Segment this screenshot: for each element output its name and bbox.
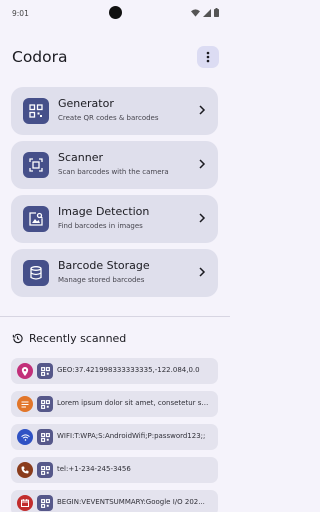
phone-icon <box>17 462 33 478</box>
card-title: Scanner <box>58 151 104 164</box>
card-subtitle: Find barcodes in images <box>58 222 143 230</box>
status-icons <box>191 8 219 17</box>
recent-item-text: Lorem ipsum dolor sit amet, consetetur s… <box>57 399 212 407</box>
recent-item[interactable]: GEO:37.421998333333335,-122.084,0.0 <box>11 358 218 384</box>
app-bar: Codora <box>0 44 230 72</box>
card-subtitle: Scan barcodes with the camera <box>58 168 169 176</box>
recent-item-text: GEO:37.421998333333335,-122.084,0.0 <box>57 366 200 374</box>
recent-item[interactable]: BEGIN:VEVENTSUMMARY:Google I/O 202... <box>11 490 218 512</box>
recent-item[interactable]: tel:+1-234-245-3456 <box>11 457 218 483</box>
status-bar: 9:01 <box>0 0 230 28</box>
recent-item-text: WIFI:T:WPA;S:AndroidWifi;P:password123;; <box>57 432 206 440</box>
generator-card[interactable]: Generator Create QR codes & barcodes <box>11 87 218 135</box>
qr-code-icon <box>37 462 53 478</box>
recent-item[interactable]: Lorem ipsum dolor sit amet, consetetur s… <box>11 391 218 417</box>
card-title: Image Detection <box>58 205 150 218</box>
recent-header: Recently scanned <box>12 330 126 346</box>
wifi-icon <box>17 429 33 445</box>
card-subtitle: Create QR codes & barcodes <box>58 114 159 122</box>
text-icon <box>17 396 33 412</box>
qr-code-icon <box>37 396 53 412</box>
database-icon <box>23 260 49 286</box>
more-vert-icon <box>206 51 210 63</box>
recent-item-text: BEGIN:VEVENTSUMMARY:Google I/O 202... <box>57 498 205 506</box>
section-divider <box>0 316 230 317</box>
card-title: Generator <box>58 97 114 110</box>
status-time: 9:01 <box>12 9 29 18</box>
chevron-right-icon <box>199 159 206 169</box>
location-icon <box>17 363 33 379</box>
barcode-storage-card[interactable]: Barcode Storage Manage stored barcodes <box>11 249 218 297</box>
camera-cutout <box>109 6 122 19</box>
recent-list: GEO:37.421998333333335,-122.084,0.0 Lore… <box>11 358 218 512</box>
image-detection-card[interactable]: Image Detection Find barcodes in images <box>11 195 218 243</box>
scanner-card[interactable]: Scanner Scan barcodes with the camera <box>11 141 218 189</box>
recent-title: Recently scanned <box>29 331 127 345</box>
feature-cards: Generator Create QR codes & barcodes Sca… <box>11 87 218 303</box>
chevron-right-icon <box>199 213 206 223</box>
scan-icon <box>23 152 49 178</box>
recent-item-text: tel:+1-234-245-3456 <box>57 465 131 473</box>
wifi-icon <box>191 8 200 17</box>
qr-code-icon <box>23 98 49 124</box>
card-title: Barcode Storage <box>58 259 150 272</box>
qr-code-icon <box>37 429 53 445</box>
recent-item[interactable]: WIFI:T:WPA;S:AndroidWifi;P:password123;; <box>11 424 218 450</box>
card-subtitle: Manage stored barcodes <box>58 276 145 284</box>
qr-code-icon <box>37 363 53 379</box>
image-search-icon <box>23 206 49 232</box>
battery-icon <box>214 8 219 17</box>
signal-icon <box>203 8 211 17</box>
app-title: Codora <box>12 48 68 66</box>
chevron-right-icon <box>199 267 206 277</box>
more-options-button[interactable] <box>197 46 219 68</box>
chevron-right-icon <box>199 105 206 115</box>
history-icon <box>12 333 23 343</box>
calendar-icon <box>17 495 33 511</box>
qr-code-icon <box>37 495 53 511</box>
